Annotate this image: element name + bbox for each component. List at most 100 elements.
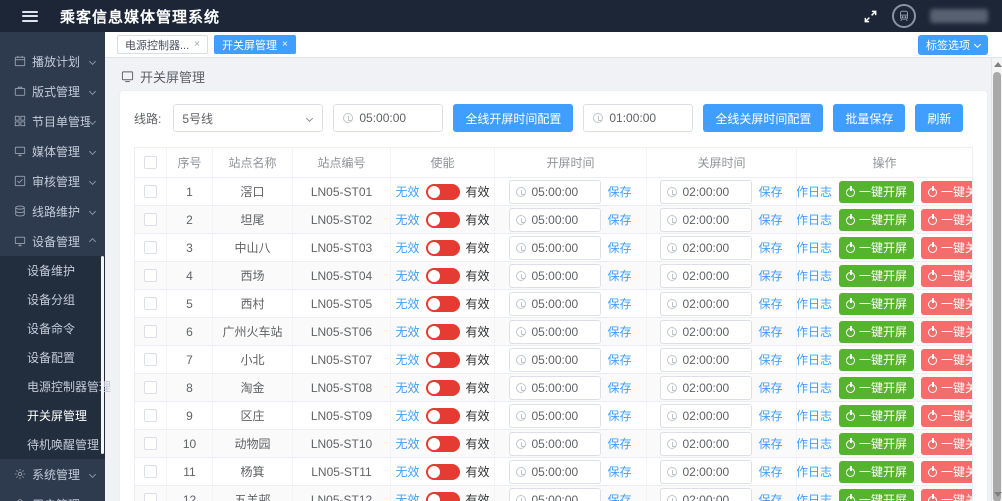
- save-open-time-link[interactable]: 保存: [607, 351, 631, 368]
- enable-off-label[interactable]: 无效: [395, 267, 419, 284]
- close-icon[interactable]: ×: [282, 40, 288, 50]
- one-key-open-button[interactable]: 一键开屏: [839, 209, 914, 231]
- user-avatar[interactable]: [892, 4, 916, 28]
- row-checkbox[interactable]: [144, 437, 157, 450]
- close-time-input[interactable]: 02:00:00: [660, 320, 752, 344]
- open-time-input[interactable]: 05:00:00: [509, 488, 601, 501]
- line-select[interactable]: 5号线: [173, 104, 323, 132]
- enable-off-label[interactable]: 无效: [395, 211, 419, 228]
- one-key-open-button[interactable]: 一键开屏: [839, 349, 914, 371]
- submenu-item-device-config[interactable]: 设备配置: [0, 343, 105, 372]
- open-time-input[interactable]: 05:00:00: [509, 236, 601, 260]
- one-key-open-button[interactable]: 一键开屏: [839, 321, 914, 343]
- enable-off-label[interactable]: 无效: [395, 463, 419, 480]
- submenu-item-device-group[interactable]: 设备分组: [0, 285, 105, 314]
- enable-toggle[interactable]: [426, 240, 460, 256]
- save-close-time-link[interactable]: 保存: [758, 239, 782, 256]
- close-icon[interactable]: ×: [194, 40, 200, 50]
- one-key-open-button[interactable]: 一键开屏: [839, 265, 914, 287]
- one-key-close-button[interactable]: 一键关屏: [921, 209, 972, 231]
- tab-screen-switch-mgmt[interactable]: 开关屏管理 ×: [214, 35, 296, 54]
- enable-toggle[interactable]: [426, 464, 460, 480]
- submenu-item-device-maintenance[interactable]: 设备维护: [0, 256, 105, 285]
- sidebar-item-system-mgmt[interactable]: 系统管理: [0, 459, 105, 489]
- save-open-time-link[interactable]: 保存: [607, 267, 631, 284]
- one-key-close-button[interactable]: 一键关屏: [921, 489, 972, 501]
- save-open-time-link[interactable]: 保存: [607, 295, 631, 312]
- enable-toggle[interactable]: [426, 492, 460, 501]
- save-close-time-link[interactable]: 保存: [758, 351, 782, 368]
- save-open-time-link[interactable]: 保存: [607, 239, 631, 256]
- fullscreen-icon[interactable]: [863, 9, 878, 24]
- all-close-time-input[interactable]: 01:00:00: [583, 104, 693, 132]
- enable-off-label[interactable]: 无效: [395, 407, 419, 424]
- enable-toggle[interactable]: [426, 436, 460, 452]
- sidebar-item-audit-mgmt[interactable]: 审核管理: [0, 166, 105, 196]
- open-time-input[interactable]: 05:00:00: [509, 320, 601, 344]
- operation-log-link[interactable]: 操作日志: [797, 435, 832, 452]
- row-checkbox[interactable]: [144, 353, 157, 366]
- save-close-time-link[interactable]: 保存: [758, 435, 782, 452]
- save-close-time-link[interactable]: 保存: [758, 267, 782, 284]
- enable-off-label[interactable]: 无效: [395, 183, 419, 200]
- one-key-close-button[interactable]: 一键关屏: [921, 321, 972, 343]
- enable-toggle[interactable]: [426, 296, 460, 312]
- refresh-button[interactable]: 刷新: [915, 104, 963, 132]
- save-open-time-link[interactable]: 保存: [607, 183, 631, 200]
- close-time-input[interactable]: 02:00:00: [660, 348, 752, 372]
- user-name-redacted[interactable]: [930, 9, 988, 23]
- close-time-input[interactable]: 02:00:00: [660, 180, 752, 204]
- one-key-open-button[interactable]: 一键开屏: [839, 293, 914, 315]
- save-open-time-link[interactable]: 保存: [607, 323, 631, 340]
- one-key-close-button[interactable]: 一键关屏: [921, 433, 972, 455]
- row-checkbox[interactable]: [144, 241, 157, 254]
- close-time-input[interactable]: 02:00:00: [660, 404, 752, 428]
- operation-log-link[interactable]: 操作日志: [797, 491, 832, 501]
- sidebar-item-layout-mgmt[interactable]: 版式管理: [0, 76, 105, 106]
- save-open-time-link[interactable]: 保存: [607, 491, 631, 501]
- save-open-time-link[interactable]: 保存: [607, 211, 631, 228]
- enable-toggle[interactable]: [426, 184, 460, 200]
- row-checkbox[interactable]: [144, 325, 157, 338]
- close-time-input[interactable]: 02:00:00: [660, 376, 752, 400]
- scroll-down-arrow-icon[interactable]: [994, 492, 1002, 497]
- operation-log-link[interactable]: 操作日志: [797, 183, 832, 200]
- save-open-time-link[interactable]: 保存: [607, 379, 631, 396]
- sidebar-item-program-list-mgmt[interactable]: 节目单管理: [0, 106, 105, 136]
- save-close-time-link[interactable]: 保存: [758, 211, 782, 228]
- batch-save-button[interactable]: 批量保存: [833, 104, 905, 132]
- tab-power-controller[interactable]: 电源控制器... ×: [117, 35, 208, 54]
- open-time-input[interactable]: 05:00:00: [509, 208, 601, 232]
- enable-off-label[interactable]: 无效: [395, 491, 419, 501]
- operation-log-link[interactable]: 操作日志: [797, 295, 832, 312]
- sidebar-scrollbar-thumb[interactable]: [101, 256, 104, 454]
- enable-toggle[interactable]: [426, 212, 460, 228]
- row-checkbox[interactable]: [144, 465, 157, 478]
- one-key-close-button[interactable]: 一键关屏: [921, 237, 972, 259]
- close-time-input[interactable]: 02:00:00: [660, 236, 752, 260]
- one-key-close-button[interactable]: 一键关屏: [921, 349, 972, 371]
- open-time-input[interactable]: 05:00:00: [509, 180, 601, 204]
- sidebar-item-device-mgmt[interactable]: 设备管理: [0, 226, 105, 256]
- one-key-close-button[interactable]: 一键关屏: [921, 181, 972, 203]
- one-key-close-button[interactable]: 一键关屏: [921, 293, 972, 315]
- row-checkbox[interactable]: [144, 381, 157, 394]
- one-key-open-button[interactable]: 一键开屏: [839, 433, 914, 455]
- enable-off-label[interactable]: 无效: [395, 323, 419, 340]
- close-time-input[interactable]: 02:00:00: [660, 264, 752, 288]
- save-open-time-link[interactable]: 保存: [607, 407, 631, 424]
- hamburger-menu-icon[interactable]: [22, 11, 38, 22]
- select-all-checkbox[interactable]: [144, 156, 157, 169]
- enable-toggle[interactable]: [426, 408, 460, 424]
- operation-log-link[interactable]: 操作日志: [797, 267, 832, 284]
- row-checkbox[interactable]: [144, 493, 157, 501]
- scroll-up-arrow-icon[interactable]: [994, 62, 1002, 67]
- enable-off-label[interactable]: 无效: [395, 435, 419, 452]
- one-key-open-button[interactable]: 一键开屏: [839, 405, 914, 427]
- close-time-input[interactable]: 02:00:00: [660, 488, 752, 501]
- operation-log-link[interactable]: 操作日志: [797, 323, 832, 340]
- submenu-item-screen-switch-mgmt[interactable]: 开关屏管理: [0, 401, 105, 430]
- enable-toggle[interactable]: [426, 324, 460, 340]
- open-time-input[interactable]: 05:00:00: [509, 264, 601, 288]
- enable-toggle[interactable]: [426, 268, 460, 284]
